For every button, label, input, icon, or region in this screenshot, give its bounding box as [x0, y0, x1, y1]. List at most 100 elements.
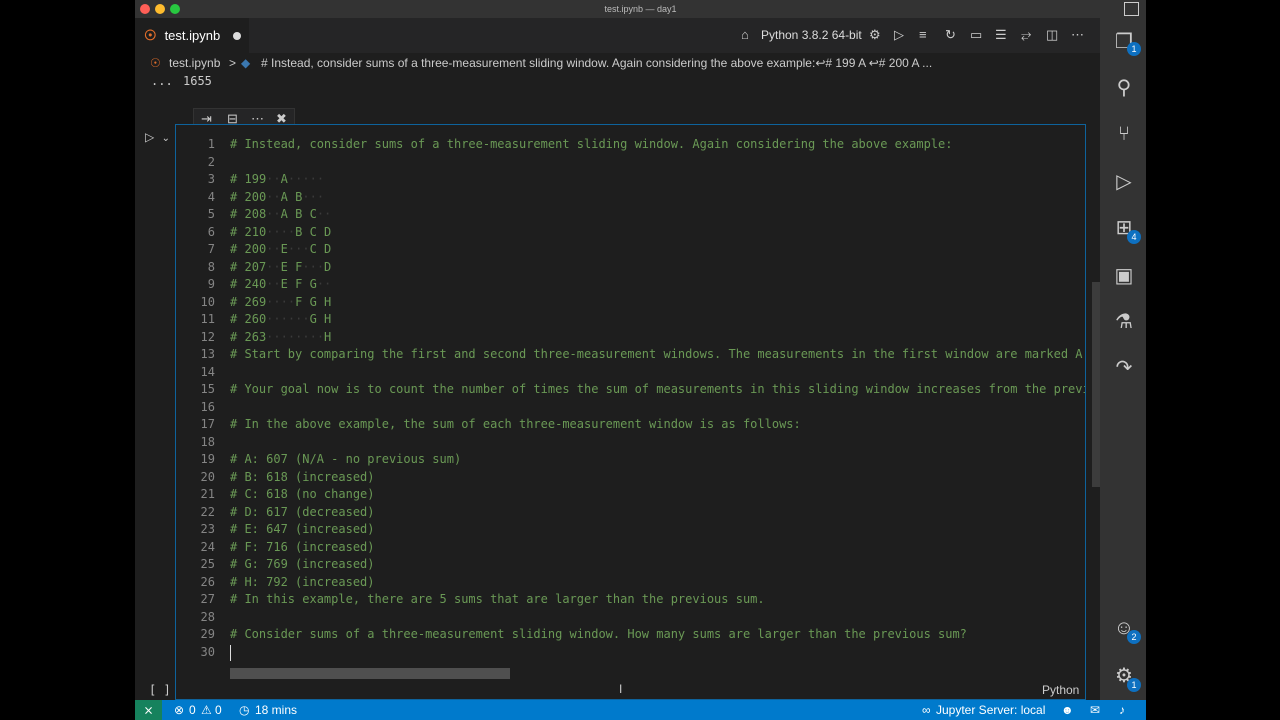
output-ellipsis[interactable]: ... [151, 74, 173, 88]
run-cell-icon[interactable]: ▷ [145, 130, 154, 144]
testing-icon[interactable]: ⚗ [1112, 310, 1136, 334]
code-text[interactable]: # 240··E F G·· [230, 277, 331, 291]
code-text[interactable]: # F: 716 (increased) [230, 540, 375, 554]
search-icon[interactable]: ⚲ [1112, 76, 1136, 100]
session-time[interactable]: 18 mins [255, 700, 297, 720]
code-text[interactable]: # 269····F G H [230, 295, 331, 309]
feedback-icon[interactable]: ✉ [1090, 700, 1100, 720]
code-text[interactable]: # Start by comparing the first and secon… [230, 347, 1083, 361]
code-editor[interactable]: 1 # Instead, consider sums of a three-mea… [176, 137, 1085, 667]
code-cell[interactable]: 1 # Instead, consider sums of a three-mea… [175, 124, 1086, 700]
code-text[interactable]: # E: 647 (increased) [230, 522, 375, 536]
remote-indicator-icon[interactable]: ⨯ [135, 700, 162, 720]
cell-language[interactable]: Python [1042, 683, 1079, 697]
code-text[interactable]: # A: 607 (N/A - no previous sum) [230, 452, 461, 466]
code-line[interactable]: 6 # 210····B C D [176, 225, 1085, 243]
code-line[interactable]: 24 # F: 716 (increased) [176, 540, 1085, 558]
warning-icon[interactable]: ⚠ [201, 700, 212, 720]
code-text[interactable]: # Consider sums of a three-measurement s… [230, 627, 967, 641]
code-line[interactable]: 20 # B: 618 (increased) [176, 470, 1085, 488]
bell-icon[interactable]: ♪ [1119, 700, 1125, 720]
restart-icon[interactable]: ↻ [945, 27, 956, 43]
text-caret [230, 644, 231, 661]
code-line[interactable]: 30 [176, 644, 1085, 663]
code-text[interactable]: # 208··A B C·· [230, 207, 331, 221]
code-text[interactable]: # D: 617 (decreased) [230, 505, 375, 519]
code-line[interactable]: 21 # C: 618 (no change) [176, 487, 1085, 505]
code-text[interactable]: # 207··E F···D [230, 260, 331, 274]
minimize-window-icon[interactable] [155, 4, 165, 14]
code-line[interactable]: 23 # E: 647 (increased) [176, 522, 1085, 540]
code-text[interactable]: # C: 618 (no change) [230, 487, 375, 501]
error-icon[interactable]: ⊗ [174, 700, 184, 720]
close-window-icon[interactable] [140, 4, 150, 14]
code-line[interactable]: 9 # 240··E F G·· [176, 277, 1085, 295]
code-line[interactable]: 1 # Instead, consider sums of a three-mea… [176, 137, 1085, 155]
mac-window-icon [1124, 2, 1139, 16]
code-line[interactable]: 2 [176, 155, 1085, 173]
code-line[interactable]: 10 # 269····F G H [176, 295, 1085, 313]
variables-icon[interactable]: ▭ [970, 27, 982, 43]
maximize-window-icon[interactable] [170, 4, 180, 14]
compare-icon[interactable]: ⥂ [1021, 27, 1031, 43]
run-debug-icon[interactable]: ▷ [1112, 170, 1136, 194]
code-text[interactable]: # 200··E···C D [230, 242, 331, 256]
line-number: 30 [200, 644, 215, 659]
code-line[interactable]: 16 [176, 400, 1085, 418]
code-text[interactable]: # 260······G H [230, 312, 331, 326]
more-actions-icon[interactable]: ⋯ [1071, 27, 1084, 43]
code-line[interactable]: 8 # 207··E F···D [176, 260, 1085, 278]
gear-icon[interactable]: ⚙ [869, 27, 881, 43]
tab-test-ipynb[interactable]: ☉ test.ipynb [135, 18, 249, 53]
kernel-picker[interactable]: Python 3.8.2 64-bit [761, 18, 862, 53]
code-text[interactable]: # 199··A····· [230, 172, 324, 186]
code-line[interactable]: 26 # H: 792 (increased) [176, 575, 1085, 593]
code-text[interactable]: # Instead, consider sums of a three-meas… [230, 137, 952, 151]
source-control-icon[interactable]: ⑂ [1112, 122, 1136, 146]
unsaved-dot-icon[interactable] [233, 31, 242, 40]
breadcrumb-file[interactable]: test.ipynb [169, 53, 220, 73]
line-number: 18 [200, 434, 215, 449]
code-text[interactable]: # 263········H [230, 330, 331, 344]
code-line[interactable]: 28 [176, 610, 1085, 628]
split-editor-icon[interactable]: ◫ [1046, 27, 1058, 43]
code-line[interactable]: 3 # 199··A····· [176, 172, 1085, 190]
code-line[interactable]: 5 # 208··A B C·· [176, 207, 1085, 225]
live-share-icon[interactable]: ↷ [1112, 356, 1136, 380]
clear-outputs-icon[interactable]: ≡ [919, 27, 927, 43]
horizontal-scrollbar[interactable] [230, 668, 510, 679]
jupyter-server[interactable]: Jupyter Server: local [936, 700, 1045, 720]
code-line[interactable]: 12 # 263········H [176, 330, 1085, 348]
outline-icon[interactable]: ☰ [995, 27, 1007, 43]
code-line[interactable]: 14 [176, 365, 1085, 383]
code-line[interactable]: 11 # 260······G H [176, 312, 1085, 330]
code-line[interactable]: 27 # In this example, there are 5 sums th… [176, 592, 1085, 610]
code-line[interactable]: 22 # D: 617 (decreased) [176, 505, 1085, 523]
chevron-down-icon[interactable]: ⌄ [162, 133, 170, 144]
code-text[interactable]: # B: 618 (increased) [230, 470, 375, 484]
code-text[interactable]: # 200··A B··· [230, 190, 324, 204]
error-count[interactable]: 0 [189, 700, 196, 720]
copilot-icon[interactable]: ☻ [1061, 700, 1074, 720]
code-line[interactable]: 7 # 200··E···C D [176, 242, 1085, 260]
code-line[interactable]: 15 # Your goal now is to count the number… [176, 382, 1085, 400]
vertical-scrollbar[interactable] [1092, 282, 1100, 487]
code-line[interactable]: 19 # A: 607 (N/A - no previous sum) [176, 452, 1085, 470]
code-line[interactable]: 25 # G: 769 (increased) [176, 557, 1085, 575]
code-text[interactable]: # 210····B C D [230, 225, 331, 239]
code-text[interactable]: # H: 792 (increased) [230, 575, 375, 589]
line-number: 12 [200, 329, 215, 344]
run-all-icon[interactable]: ▷ [894, 27, 904, 43]
code-line[interactable]: 4 # 200··A B··· [176, 190, 1085, 208]
remote-explorer-icon[interactable]: ▣ [1112, 264, 1136, 288]
warning-count[interactable]: 0 [215, 700, 222, 720]
code-text[interactable]: # In the above example, the sum of each … [230, 417, 801, 431]
code-line[interactable]: 13 # Start by comparing the first and sec… [176, 347, 1085, 365]
code-text[interactable]: # G: 769 (increased) [230, 557, 375, 571]
code-text[interactable]: # In this example, there are 5 sums that… [230, 592, 765, 606]
code-line[interactable]: 29 # Consider sums of a three-measurement… [176, 627, 1085, 645]
code-line[interactable]: 17 # In the above example, the sum of eac… [176, 417, 1085, 435]
code-text[interactable]: # Your goal now is to count the number o… [230, 382, 1085, 396]
code-line[interactable]: 18 [176, 435, 1085, 453]
breadcrumb-cell[interactable]: # Instead, consider sums of a three-meas… [261, 53, 932, 73]
